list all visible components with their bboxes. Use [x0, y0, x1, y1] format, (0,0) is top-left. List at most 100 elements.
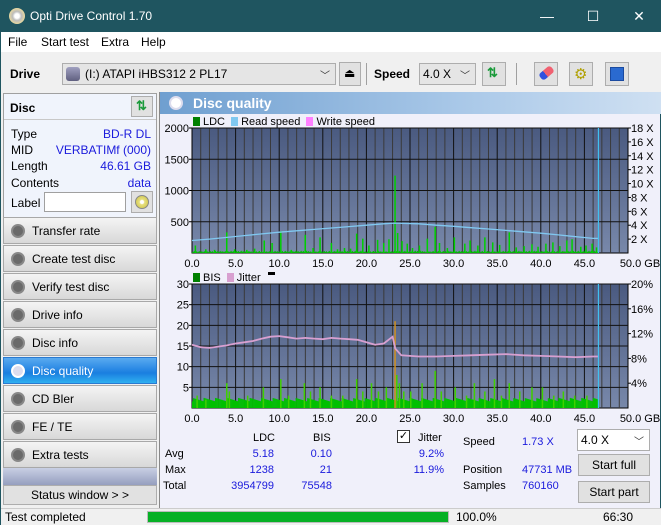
- ldc-bar: [564, 251, 566, 253]
- maximize-button[interactable]: ☐: [570, 1, 616, 32]
- bis-bar: [216, 398, 218, 408]
- nav-verify-test-disc[interactable]: Verify test disc: [3, 273, 157, 300]
- speed-select[interactable]: 4.0 X ﹀: [419, 63, 476, 85]
- bis-bar: [387, 398, 389, 408]
- ldc-bar: [323, 250, 325, 253]
- refresh-button[interactable]: ⇅: [482, 62, 506, 86]
- bis-bar: [560, 398, 562, 408]
- bis-bar: [446, 398, 448, 408]
- bis-bar: [490, 398, 492, 408]
- ldc-spike: [469, 240, 471, 253]
- ldc-bar: [527, 251, 529, 253]
- nav-extra-tests[interactable]: Extra tests: [3, 441, 157, 468]
- ldc-spike: [343, 248, 346, 253]
- ldc-bar: [594, 251, 596, 253]
- drive-select[interactable]: (I:) ATAPI iHBS312 2 PL17 ﹀: [62, 63, 336, 85]
- start-part-button[interactable]: Start part: [578, 481, 650, 503]
- bis-bar: [292, 400, 294, 408]
- ldc-bar: [529, 251, 531, 253]
- eject-button[interactable]: ⏏: [339, 62, 361, 86]
- bis-bar: [379, 399, 381, 408]
- ldc-bar: [199, 251, 201, 253]
- ldc-bar: [396, 251, 398, 253]
- ldc-bar: [475, 251, 477, 253]
- minimize-button[interactable]: —: [524, 1, 570, 32]
- menu-help[interactable]: Help: [141, 35, 166, 49]
- bis-bar: [431, 401, 433, 408]
- disc-refresh-button[interactable]: ⇅: [131, 96, 153, 117]
- y-right-tick-label: 8 X: [631, 192, 648, 204]
- bis-bar: [366, 398, 368, 408]
- ldc-bar: [409, 250, 411, 253]
- ldc-spike: [290, 249, 293, 253]
- ldc-bar: [574, 251, 576, 253]
- ldc-bar: [582, 251, 584, 253]
- ldc-bar: [578, 250, 580, 253]
- x-tick-label: 0.0: [184, 258, 199, 270]
- bis-bar: [406, 400, 408, 408]
- nav-transfer-rate[interactable]: Transfer rate: [3, 217, 157, 244]
- bis-spike: [553, 395, 555, 408]
- x-tick-label: 45.0: [574, 413, 595, 423]
- ldc-spike: [205, 249, 207, 253]
- ldc-bar: [535, 251, 537, 253]
- bis-bar: [506, 399, 509, 408]
- ldc-bar: [311, 252, 313, 253]
- stats-total-ldc: 3954799: [231, 480, 274, 492]
- test-speed-select[interactable]: 4.0 X ﹀: [577, 429, 650, 451]
- menu-file[interactable]: File: [8, 35, 27, 49]
- ldc-bar: [301, 251, 303, 253]
- ldc-bar: [405, 251, 407, 253]
- stats-col-ldc: LDC: [253, 432, 276, 444]
- menu-start-test[interactable]: Start test: [41, 35, 89, 49]
- sidebar: Disc ⇅ Type BD-R DL MID VERBATIMf (000) …: [1, 92, 159, 508]
- start-full-button[interactable]: Start full: [578, 454, 650, 476]
- menu-extra[interactable]: Extra: [101, 35, 129, 49]
- close-button[interactable]: ✕: [616, 1, 661, 32]
- nav-label: Disc info: [32, 336, 79, 350]
- settings-button[interactable]: ⚙: [569, 62, 593, 86]
- nav-drive-info[interactable]: Drive info: [3, 301, 157, 328]
- nav-fe-te[interactable]: FE / TE: [3, 413, 157, 440]
- bis-bar: [257, 400, 260, 408]
- save-button[interactable]: [605, 62, 629, 86]
- disc-label-input[interactable]: [44, 192, 126, 212]
- ldc-spike: [571, 239, 573, 253]
- ldc-bar: [289, 251, 291, 253]
- bis-bar: [380, 399, 382, 408]
- ldc-bar: [328, 251, 330, 253]
- bis-bar: [482, 399, 485, 408]
- bis-bar: [432, 398, 434, 408]
- nav-disc-info[interactable]: Disc info: [3, 329, 157, 356]
- bis-bar: [535, 401, 537, 408]
- bis-bar: [244, 399, 246, 408]
- ldc-bar: [442, 251, 444, 253]
- bis-bar: [276, 399, 278, 408]
- disc-label-button[interactable]: [131, 191, 153, 213]
- ldc-bar: [273, 251, 275, 253]
- ldc-spike: [508, 232, 511, 253]
- ldc-bar: [359, 251, 361, 253]
- ldc-bar: [517, 251, 519, 253]
- ldc-bar: [307, 251, 309, 253]
- bis-spike: [341, 395, 344, 408]
- ldc-bar: [456, 252, 458, 253]
- disc-length-key: Length: [11, 159, 48, 173]
- status-window-button[interactable]: Status window > >: [3, 485, 157, 505]
- bis-jitter-chart: 5 10 15 20 25 30 4% 8% 12% 16% 20% 0.0 5.0 10.0 15.0 20…: [177, 279, 660, 423]
- nav-cd-bler[interactable]: CD Bler: [3, 385, 157, 412]
- bis-bar: [443, 401, 445, 408]
- nav-create-test-disc[interactable]: Create test disc: [3, 245, 157, 272]
- ldc-bar: [567, 250, 569, 253]
- bis-bar: [389, 398, 391, 408]
- jitter-checkbox[interactable]: ✓: [397, 430, 410, 443]
- ldc-bar: [296, 251, 298, 253]
- bis-spike: [355, 379, 358, 408]
- nav-disc-quality[interactable]: Disc quality: [3, 357, 157, 384]
- bis-bar: [340, 401, 342, 408]
- bis-spike: [440, 391, 443, 408]
- bis-bar: [502, 398, 504, 408]
- ldc-bar: [513, 250, 515, 253]
- erase-button[interactable]: [534, 62, 558, 86]
- ldc-bar: [257, 251, 259, 253]
